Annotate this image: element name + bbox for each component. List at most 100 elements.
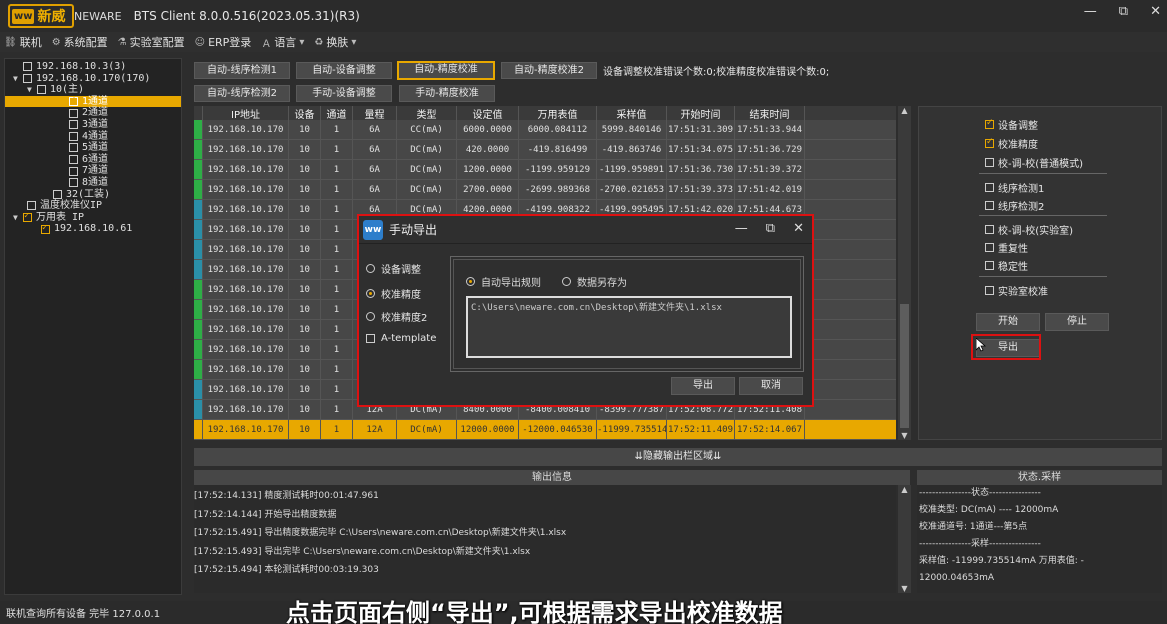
checkbox[interactable] (37, 85, 46, 95)
restore-icon[interactable]: ⧉ (1119, 4, 1128, 19)
table-scrollbar[interactable]: ▲ ▼ (898, 106, 911, 440)
radio-calib-precision2[interactable]: 校准精度2 (366, 309, 427, 324)
radio[interactable] (466, 277, 475, 286)
checkbox[interactable] (985, 118, 994, 129)
option-repeatability[interactable]: 重复性 (985, 240, 1028, 255)
checkbox[interactable] (69, 131, 78, 141)
table-row[interactable]: 192.168.10.170 10 1 6A DC(mA) 1200.0000 -1199.… (194, 160, 896, 180)
tree-node[interactable]: 2通道 (5, 107, 181, 119)
collapse-arrow-icon[interactable]: ▼ (13, 212, 23, 224)
radio-save-as[interactable]: 数据另存为 (562, 274, 627, 289)
checkbox[interactable] (69, 108, 78, 118)
radio[interactable] (366, 289, 375, 298)
menu-lab-config[interactable]: ⚗ 实验室配置 (118, 34, 185, 50)
checkbox[interactable] (69, 166, 78, 176)
export-path-field[interactable]: C:\Users\neware.com.cn\Desktop\新建文件夹\1.x… (466, 296, 792, 358)
start-button[interactable]: 开始 (976, 313, 1040, 331)
checkbox[interactable] (69, 95, 78, 107)
checkbox[interactable] (27, 201, 36, 211)
checkbox[interactable] (985, 261, 994, 270)
table-row-selected[interactable]: 192.168.10.170 10 1 12A DC(mA) 12000.0000 -120… (194, 420, 896, 440)
option-wiring-check1[interactable]: 线序检测1 (985, 180, 1044, 195)
dialog-export-button[interactable]: 导出 (671, 377, 735, 395)
log-scrollbar[interactable]: ▲ ▼ (898, 485, 911, 593)
tree-node[interactable]: 192.168.10.3(3) (5, 61, 181, 73)
tree-node[interactable]: 4通道 (5, 131, 181, 143)
checkbox[interactable] (23, 211, 32, 223)
radio[interactable] (562, 277, 571, 286)
collapse-arrow-icon[interactable]: ▼ (13, 73, 23, 85)
option-lab-calibration[interactable]: 实验室校准 (985, 283, 1048, 298)
restore-icon[interactable]: ⧉ (766, 221, 775, 236)
checkbox[interactable] (985, 201, 994, 210)
close-icon[interactable]: ✕ (1150, 4, 1161, 19)
checkbox[interactable] (366, 334, 375, 343)
tree-node[interactable]: 6通道 (5, 154, 181, 166)
scroll-up-icon[interactable]: ▲ (898, 106, 911, 115)
menu-system-config[interactable]: ⚙ 系统配置 (52, 34, 108, 50)
checkbox[interactable] (69, 155, 78, 165)
tree-node[interactable]: 5通道 (5, 142, 181, 154)
checkbox[interactable] (69, 143, 78, 153)
radio[interactable] (366, 312, 375, 321)
stop-button[interactable]: 停止 (1045, 313, 1109, 331)
tree-node[interactable]: 8通道 (5, 177, 181, 189)
tree-node[interactable]: 192.168.10.61 (5, 223, 181, 235)
tree-node[interactable]: 3通道 (5, 119, 181, 131)
auto-wiring-check2-button[interactable]: 自动-线序检测2 (194, 85, 290, 102)
menu-language[interactable]: Ａ 语言 ▾ (261, 34, 304, 50)
dialog-cancel-button[interactable]: 取消 (739, 377, 803, 395)
checkbox[interactable] (985, 286, 994, 295)
checkbox[interactable] (985, 137, 994, 148)
menu-erp-login[interactable]: ☺ ERP登录 (195, 34, 252, 50)
table-row[interactable]: 192.168.10.170 10 1 6A DC(mA) 2700.0000 -2699.… (194, 180, 896, 200)
option-calib-precision[interactable]: 校准精度 (985, 136, 1038, 151)
minimize-icon[interactable]: — (735, 221, 748, 236)
tree-node-selected[interactable]: 1通道 (5, 95, 181, 108)
scroll-thumb[interactable] (900, 304, 909, 428)
table-row[interactable]: 192.168.10.170 10 1 6A DC(mA) 420.0000 -419.81… (194, 140, 896, 160)
checkbox[interactable] (985, 183, 994, 192)
manual-device-adjust-button[interactable]: 手动-设备调整 (296, 85, 392, 102)
checkbox[interactable] (985, 243, 994, 252)
checkbox[interactable] (23, 73, 32, 83)
auto-precision-calib-button[interactable]: 自动-精度校准 (397, 61, 495, 80)
checkbox[interactable] (69, 178, 78, 188)
option-calib-adjust-lab[interactable]: 校-调-校(实验室) (985, 222, 1073, 237)
tree-node[interactable]: ▼ 192.168.10.170(170) (5, 73, 181, 85)
checkbox[interactable] (985, 158, 994, 167)
collapse-arrow-icon[interactable]: ▼ (27, 84, 37, 96)
checkbox-a-template[interactable]: A-template (366, 333, 436, 344)
tree-node[interactable]: ▼ 10(主) (5, 84, 181, 96)
checkbox[interactable] (985, 225, 994, 234)
table-row[interactable]: 192.168.10.170 10 1 6A CC(mA) 6000.0000 6000.0… (194, 120, 896, 140)
tree-node[interactable]: 7通道 (5, 165, 181, 177)
checkbox[interactable] (69, 120, 78, 130)
option-device-adjust[interactable]: 设备调整 (985, 117, 1038, 132)
radio-auto-export-rule[interactable]: 自动导出规则 (466, 274, 541, 289)
radio-device-adjust[interactable]: 设备调整 (366, 261, 421, 276)
scroll-down-icon[interactable]: ▼ (898, 431, 911, 440)
checkbox[interactable] (53, 189, 62, 199)
hide-output-bar[interactable]: ⇊隐藏输出栏区域⇊ (194, 448, 1162, 466)
menu-connect[interactable]: ⛓ 联机 (4, 34, 42, 50)
tree-node[interactable]: 32(工装) (5, 189, 181, 201)
manual-precision-calib-button[interactable]: 手动-精度校准 (399, 85, 495, 102)
auto-wiring-check1-button[interactable]: 自动-线序检测1 (194, 62, 290, 79)
checkbox[interactable] (23, 62, 32, 72)
auto-precision-calib2-button[interactable]: 自动-精度校准2 (501, 62, 597, 79)
tree-node[interactable]: ▼万用表 IP (5, 211, 181, 224)
menu-skin[interactable]: ♻ 换肤 ▾ (314, 34, 356, 50)
option-calib-adjust-normal[interactable]: 校-调-校(普通模式) (985, 155, 1083, 170)
option-wiring-check2[interactable]: 线序检测2 (985, 198, 1044, 213)
checkbox[interactable] (41, 223, 50, 234)
option-stability[interactable]: 稳定性 (985, 258, 1028, 273)
scroll-up-icon[interactable]: ▲ (898, 485, 911, 494)
scroll-down-icon[interactable]: ▼ (898, 584, 911, 593)
auto-device-adjust-button[interactable]: 自动-设备调整 (296, 62, 392, 79)
minimize-icon[interactable]: — (1084, 4, 1097, 19)
tree-node[interactable]: 温度校准仪IP (5, 200, 181, 212)
close-icon[interactable]: ✕ (793, 221, 804, 236)
radio-calib-precision[interactable]: 校准精度 (366, 286, 421, 301)
radio[interactable] (366, 264, 375, 273)
